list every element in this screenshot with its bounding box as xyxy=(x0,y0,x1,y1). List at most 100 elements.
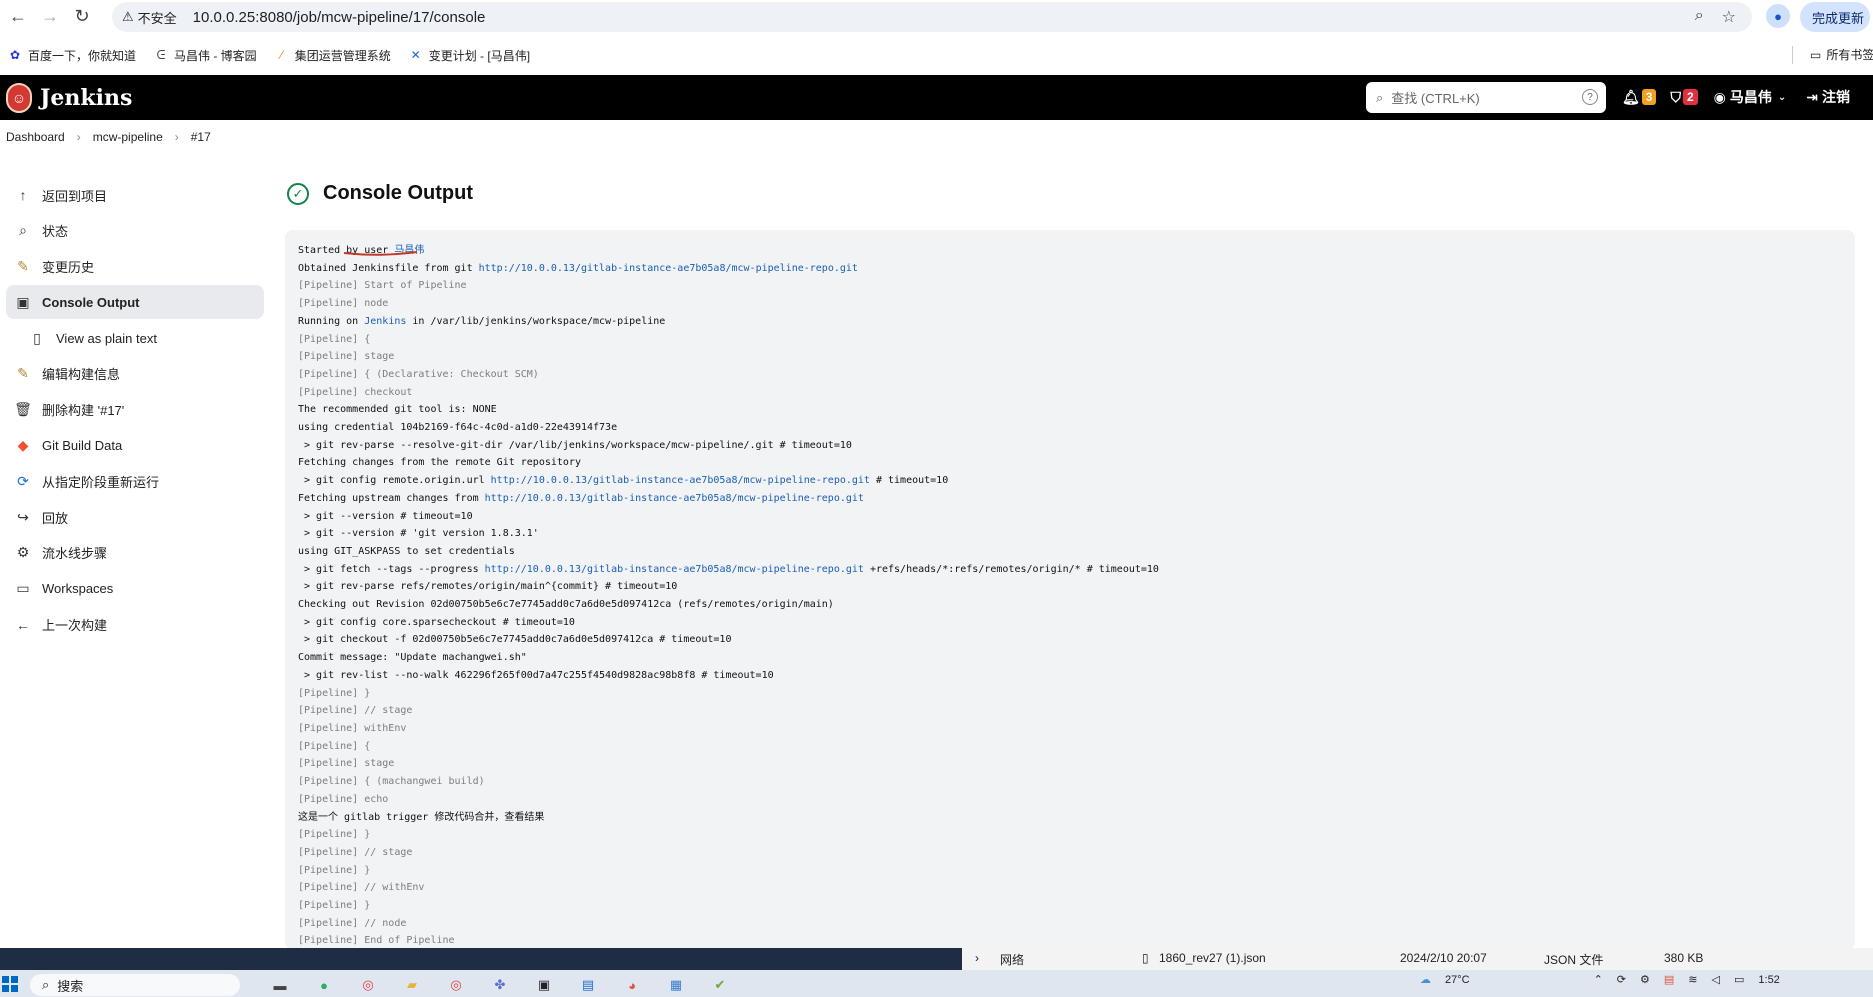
address-bar[interactable]: ⚠ 不安全 10.0.0.25:8080/job/mcw-pipeline/17… xyxy=(112,2,1752,32)
console-link[interactable]: http://10.0.0.13/gitlab-instance-ae7b05a… xyxy=(485,564,864,575)
console-segment: Obtained Jenkinsfile from git xyxy=(298,262,479,274)
tray-chevron-up-icon[interactable]: ⌃ xyxy=(1594,973,1603,986)
app-icon[interactable]: ✤ xyxy=(485,974,515,996)
console-segment: [Pipeline] echo xyxy=(298,793,389,805)
chevron-right-icon: › xyxy=(975,951,979,965)
app-icon[interactable]: ◕ xyxy=(617,974,647,996)
breadcrumb: Dashboard › mcw-pipeline › #17 xyxy=(6,130,211,144)
console-segment: Fetching changes from the remote Git rep… xyxy=(298,457,581,469)
sidebar-item-git-build-data[interactable]: ◆ Git Build Data xyxy=(6,429,264,463)
notepad-icon: ✎ xyxy=(17,258,29,275)
sidebar-item-status[interactable]: ⌕ 状态 xyxy=(6,214,264,248)
security-indicator[interactable]: ⚠ 不安全 xyxy=(122,8,177,27)
sidebar-item-workspaces[interactable]: ▭ Workspaces xyxy=(6,572,264,606)
console-segment: Commit message: "Update machangwei.sh" xyxy=(298,652,527,664)
windows-start-icon[interactable] xyxy=(2,976,18,992)
sidebar-item-plain-text[interactable]: ▯ View as plain text xyxy=(6,321,264,355)
bookmark-change-plan[interactable]: ✕ 变更计划 - [马昌伟] xyxy=(409,47,530,64)
console-output: Started by user 马昌伟 Obtained Jenkinsfile … xyxy=(285,230,1855,950)
bookmark-star-icon[interactable]: ☆ xyxy=(1722,7,1736,27)
reload-icon[interactable]: ↻ xyxy=(68,2,96,30)
console-segment: [Pipeline] { (machangwei build) xyxy=(298,776,485,788)
user-menu[interactable]: ◉ 马昌伟 ⌄ xyxy=(1714,87,1787,107)
update-button[interactable]: 完成更新 xyxy=(1800,2,1870,32)
console-line: > git rev-list --no-walk 462296f265f00d7… xyxy=(298,667,1855,685)
blog-icon: ᕮ xyxy=(156,47,166,62)
sidebar-item-changes[interactable]: ✎ 变更历史 xyxy=(6,250,264,284)
app-tray-icon[interactable]: ▤ xyxy=(1664,973,1674,986)
battery-icon[interactable]: ▭ xyxy=(1734,973,1744,986)
chrome-icon[interactable]: ◎ xyxy=(441,974,471,996)
chevron-right-icon: › xyxy=(76,130,81,144)
console-line: [Pipeline] // withEnv xyxy=(298,879,1855,897)
notifications-button[interactable]: 🔔︎ 3 xyxy=(1622,88,1657,106)
clock[interactable]: 1:52 xyxy=(1758,974,1779,986)
app-icon[interactable]: ✔ xyxy=(705,974,735,996)
help-icon[interactable]: ? xyxy=(1582,89,1598,105)
gear-icon[interactable]: ⚙ xyxy=(1640,973,1650,986)
profile-icon[interactable]: ● xyxy=(1766,4,1790,28)
console-line: [Pipeline] } xyxy=(298,862,1855,880)
console-line: 这是一个 gitlab trigger 修改代码合并，查看结果 xyxy=(298,809,1855,827)
console-line: Started by user 马昌伟 xyxy=(298,242,1855,260)
zoom-icon[interactable]: ⌕ xyxy=(1695,7,1704,27)
breadcrumb-job[interactable]: mcw-pipeline xyxy=(93,130,163,144)
weather-icon[interactable]: ☁ xyxy=(1420,973,1431,986)
breadcrumb-dashboard[interactable]: Dashboard xyxy=(6,130,65,144)
search-input[interactable]: ⌕ 查找 (CTRL+K) ? xyxy=(1366,82,1606,113)
jenkins-logo[interactable]: ☺ Jenkins xyxy=(6,82,132,113)
page-heading: Console Output xyxy=(323,182,473,204)
logout-button[interactable]: ⇥ 注销 xyxy=(1806,87,1850,107)
console-segment: [Pipeline] stage xyxy=(298,351,395,363)
terminal-icon[interactable]: ▣ xyxy=(529,974,559,996)
explorer-folder-icon[interactable]: ▰ xyxy=(397,974,427,996)
temperature: 27°C xyxy=(1445,973,1470,986)
console-link[interactable]: http://10.0.0.13/gitlab-instance-ae7b05a… xyxy=(485,493,864,504)
console-segment: [Pipeline] { xyxy=(298,333,371,345)
console-segment: [Pipeline] } xyxy=(298,829,371,841)
explorer-file-row[interactable]: › 网络 ▯ 1860_rev27 (1).json 2024/2/10 20:… xyxy=(962,948,1873,970)
app-icon[interactable]: ▤ xyxy=(573,974,603,996)
wifi-icon[interactable]: ≋ xyxy=(1688,973,1697,986)
sidebar-item-console-output[interactable]: ▣ Console Output xyxy=(6,285,264,320)
file-manager-icon[interactable]: ▬ xyxy=(265,974,295,996)
sidebar-item-edit-build-info[interactable]: ✎ 编辑构建信息 xyxy=(6,357,264,391)
forward-arrow-icon[interactable]: → xyxy=(36,2,64,30)
bookmark-ops-system[interactable]: ⁄ 集团运营管理系统 xyxy=(275,47,391,64)
all-bookmarks[interactable]: ▭ 所有书签 xyxy=(1810,46,1873,63)
sidebar-item-previous-build[interactable]: ← 上一次构建 xyxy=(6,608,264,642)
url-text[interactable]: 10.0.0.25:8080/job/mcw-pipeline/17/conso… xyxy=(193,9,486,26)
chrome-icon[interactable]: ◎ xyxy=(353,974,383,996)
sidebar-item-restart-from-stage[interactable]: ⟳ 从指定阶段重新运行 xyxy=(6,464,264,498)
security-button[interactable]: ⛉ 2 xyxy=(1670,89,1698,106)
console-segment: [Pipeline] checkout xyxy=(298,386,413,398)
success-check-icon: ✓ xyxy=(287,182,309,205)
console-line: Obtained Jenkinsfile from git http://10.… xyxy=(298,260,1855,278)
console-link[interactable]: Jenkins xyxy=(364,316,406,327)
back-arrow-icon[interactable]: ← xyxy=(4,2,32,30)
volume-icon[interactable]: ◁ xyxy=(1712,973,1720,986)
console-line: Fetching upstream changes from http://10… xyxy=(298,490,1855,508)
bookmark-cnblogs[interactable]: ᕮ 马昌伟 - 博客园 xyxy=(154,47,257,64)
taskbar-search[interactable]: ⌕ 搜索 xyxy=(30,974,240,996)
sidebar-item-pipeline-steps[interactable]: ⚙ 流水线步骤 xyxy=(6,536,264,570)
console-link[interactable]: http://10.0.0.13/gitlab-instance-ae7b05a… xyxy=(491,475,870,486)
sidebar-item-replay[interactable]: ↪ 回放 xyxy=(6,500,264,534)
bookmark-baidu[interactable]: ✿ 百度一下，你就知道 xyxy=(8,47,136,64)
file-explorer-strip: › 网络 ▯ 1860_rev27 (1).json 2024/2/10 20:… xyxy=(0,948,1873,970)
console-link[interactable]: http://10.0.0.13/gitlab-instance-ae7b05a… xyxy=(479,263,858,274)
sync-icon[interactable]: ⟳ xyxy=(1617,973,1626,986)
console-segment: [Pipeline] withEnv xyxy=(298,722,407,734)
console-segment: [Pipeline] } xyxy=(298,900,371,912)
chart-icon: ⁄ xyxy=(280,48,283,62)
bell-icon: 🔔︎ xyxy=(1622,88,1640,105)
file-icon: ▯ xyxy=(1142,951,1149,965)
sidebar-item-back-to-project[interactable]: ↑ 返回到项目 xyxy=(6,178,264,212)
bookmarks-bar: ✿ 百度一下，你就知道 ᕮ 马昌伟 - 博客园 ⁄ 集团运营管理系统 ✕ 变更计… xyxy=(0,42,1873,68)
wechat-icon[interactable]: ● xyxy=(309,974,339,996)
sidebar-item-delete-build[interactable]: 🗑︎ 删除构建 '#17' xyxy=(6,393,264,427)
app-icon[interactable]: ▦ xyxy=(661,974,691,996)
file-modified: 2024/2/10 20:07 xyxy=(1400,951,1487,965)
console-segment: # timeout=10 xyxy=(869,475,949,487)
breadcrumb-build[interactable]: #17 xyxy=(191,130,211,144)
